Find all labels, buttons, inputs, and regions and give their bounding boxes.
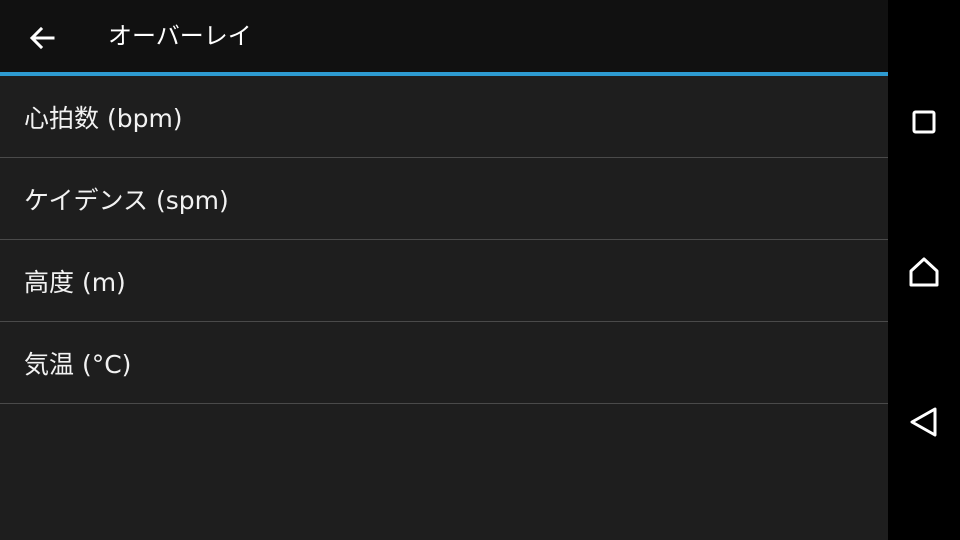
screen: オーバーレイ 心拍数 (bpm) ケイデンス (spm) 高度 (m) 気温 (…: [0, 0, 960, 540]
back-button[interactable]: [24, 20, 60, 56]
list-item-label: 高度 (m): [24, 267, 126, 297]
home-button[interactable]: [902, 250, 946, 294]
list-item-label: 気温 (°C): [24, 349, 132, 379]
square-icon: [912, 110, 936, 134]
overlay-list: 心拍数 (bpm) ケイデンス (spm) 高度 (m) 気温 (°C): [0, 76, 888, 404]
page-title: オーバーレイ: [108, 22, 252, 50]
app-bar: オーバーレイ: [0, 0, 888, 72]
list-item-temperature[interactable]: 気温 (°C): [0, 322, 888, 404]
home-icon: [909, 257, 939, 287]
back-nav-button[interactable]: [902, 400, 946, 444]
list-item-label: ケイデンス (spm): [24, 185, 229, 215]
list-item-cadence[interactable]: ケイデンス (spm): [0, 158, 888, 240]
app-window: オーバーレイ 心拍数 (bpm) ケイデンス (spm) 高度 (m) 気温 (…: [0, 0, 888, 540]
list-item-heart-rate[interactable]: 心拍数 (bpm): [0, 76, 888, 158]
arrow-left-icon: [29, 26, 55, 50]
list-item-altitude[interactable]: 高度 (m): [0, 240, 888, 322]
triangle-back-icon: [910, 407, 937, 437]
list-item-label: 心拍数 (bpm): [24, 103, 183, 133]
recent-apps-button[interactable]: [902, 100, 946, 144]
system-nav-bar: [888, 0, 960, 540]
